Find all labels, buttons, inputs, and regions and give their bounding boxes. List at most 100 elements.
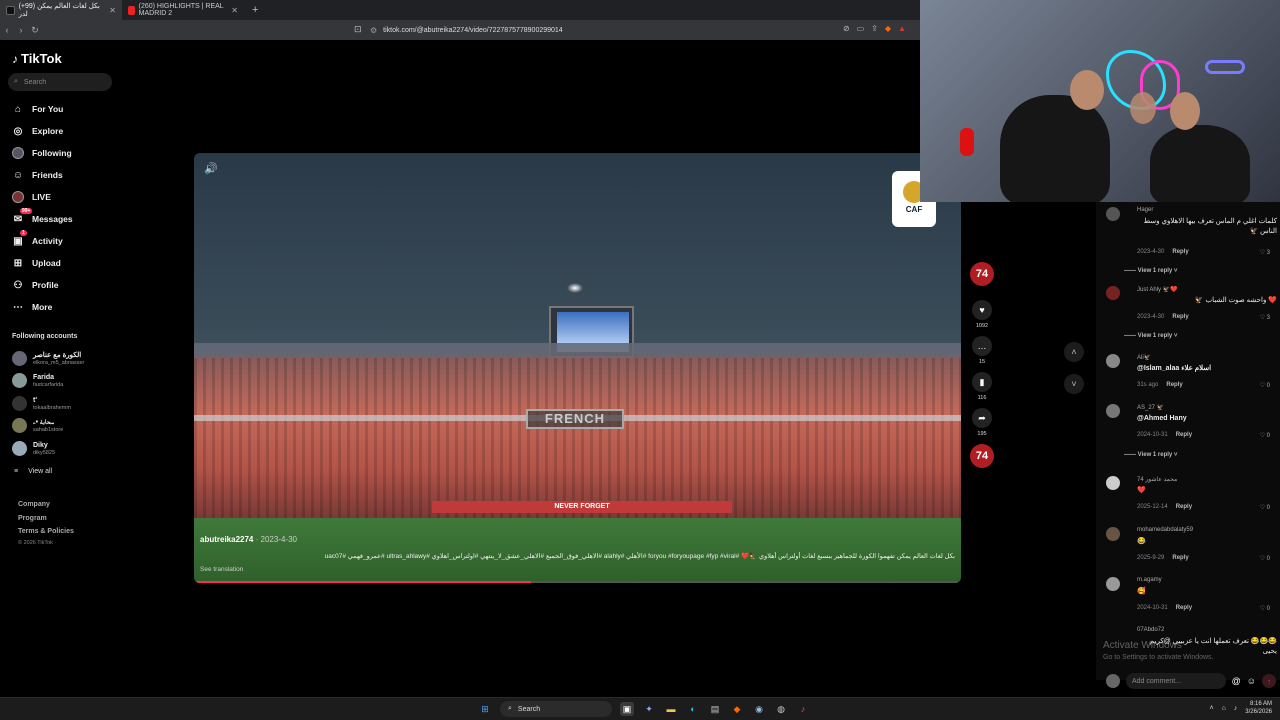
reply-button[interactable]: Reply <box>1172 314 1188 320</box>
comment-like[interactable]: ♡ 0 <box>1260 504 1270 511</box>
steam-icon[interactable]: ◉ <box>752 702 766 716</box>
comment-user[interactable]: Hager <box>1137 207 1153 213</box>
reply-button[interactable]: Reply <box>1176 504 1192 510</box>
comment-icon[interactable]: … <box>972 336 992 356</box>
comment-like[interactable]: ♡ 0 <box>1260 605 1270 612</box>
comment-like[interactable]: ♡ 0 <box>1260 382 1270 389</box>
rewards-icon[interactable]: ▲ <box>898 24 906 33</box>
address-bar[interactable]: ⚙ tiktok.com/@abutreika2274/video/722787… <box>370 23 910 37</box>
nav-following[interactable]: Following <box>12 147 72 159</box>
nav-activity[interactable]: ▣ 1 Activity <box>12 230 63 247</box>
creator-avatar[interactable]: 74 <box>970 262 994 286</box>
comment-user[interactable]: 07Abdo72 <box>1137 627 1164 633</box>
view-replies-button[interactable]: —— View 1 reply ˅ <box>1124 268 1177 274</box>
tray-chevron-icon[interactable]: ˄ <box>1209 705 1213 712</box>
footer-terms-link[interactable]: Terms & Policies <box>18 528 74 535</box>
edge-icon[interactable]: ◐ <box>686 702 700 716</box>
like-icon[interactable]: ♥ <box>972 300 992 320</box>
browser-tab-youtube[interactable]: (260) HIGHLIGHTS | REAL MADRID 2 ✕ <box>122 0 244 20</box>
share-icon[interactable]: ⇪ <box>871 24 878 33</box>
mention-icon[interactable]: @ <box>1232 676 1241 686</box>
volume-icon[interactable]: ♪ <box>1234 705 1238 712</box>
nav-friends[interactable]: ☺ Friends <box>12 169 63 181</box>
reply-button[interactable]: Reply <box>1176 432 1192 438</box>
avatar[interactable] <box>1106 476 1120 490</box>
nav-profile[interactable]: ⚇ Profile <box>12 279 59 291</box>
previous-video-button[interactable]: ˄ <box>1064 342 1084 362</box>
comment-user[interactable]: محمد عاشور 74 <box>1137 476 1177 483</box>
nav-live[interactable]: LIVE <box>12 191 51 203</box>
footer-company-link[interactable]: Company <box>18 501 50 508</box>
comment-user[interactable]: AS_27 🦅 <box>1137 404 1164 411</box>
music-disc-avatar[interactable]: 74 <box>970 444 994 468</box>
avatar[interactable] <box>1106 404 1120 418</box>
footer-program-link[interactable]: Program <box>18 515 47 522</box>
reply-button[interactable]: Reply <box>1172 555 1188 561</box>
avatar[interactable] <box>1106 286 1120 300</box>
task-view-icon[interactable]: ▣ <box>620 702 634 716</box>
following-account[interactable]: Farida fastcarfarida <box>12 373 63 388</box>
cast-icon[interactable]: ▭ <box>857 24 865 33</box>
view-replies-button[interactable]: —— View 1 reply ˅ <box>1124 452 1177 458</box>
nav-more[interactable]: ⋯ More <box>12 301 52 313</box>
mute-site-icon[interactable]: ⊘ <box>843 24 850 33</box>
video-author[interactable]: abutreika2274 <box>200 535 253 544</box>
avatar[interactable] <box>1106 527 1120 541</box>
browser-tab-tiktok[interactable]: (+99) بكل لغات العالم يمكن لدر ✕ <box>0 0 122 20</box>
windows-start-icon[interactable]: ⊞ <box>478 702 492 716</box>
volume-icon[interactable]: 🔊 <box>204 162 218 175</box>
bookmark-icon[interactable]: ⊡ <box>354 24 362 35</box>
nav-explore[interactable]: ◎ Explore <box>12 125 64 137</box>
new-tab-icon[interactable]: + <box>244 4 266 16</box>
site-info-icon[interactable]: ⚙ <box>370 26 377 35</box>
comment-like[interactable]: ♡ 3 <box>1260 314 1270 321</box>
bookmark-icon[interactable]: ▮ <box>972 372 992 392</box>
comment-like[interactable]: ♡ 3 <box>1260 249 1270 256</box>
view-all-link[interactable]: ≡ View all <box>14 468 52 475</box>
following-account[interactable]: t' tokaalbrahemm <box>12 396 71 411</box>
share-icon[interactable]: ➦ <box>972 408 992 428</box>
avatar[interactable] <box>1106 207 1120 221</box>
clock[interactable]: 8:16 AM 3/26/2026 <box>1245 700 1272 716</box>
comment-user[interactable]: Just Ahly 🦅❤️ <box>1137 286 1178 293</box>
following-account[interactable]: الكورة مع عناصر elkora_m5_abnasser <box>12 351 84 366</box>
forward-icon[interactable]: › <box>14 25 28 35</box>
nav-messages[interactable]: ✉ 99+ Messages <box>12 208 73 225</box>
taskbar-search[interactable]: ⌕ Search <box>500 701 612 717</box>
following-account[interactable]: Diky diky5825 <box>12 441 55 456</box>
add-comment-input[interactable]: Add comment... <box>1126 673 1226 689</box>
view-replies-button[interactable]: —— View 1 reply ˅ <box>1124 333 1177 339</box>
avatar[interactable] <box>1106 577 1120 591</box>
obs-icon[interactable]: ◍ <box>774 702 788 716</box>
comment-user[interactable]: mohamedabdalaty59 <box>1137 527 1193 533</box>
reply-button[interactable]: Reply <box>1166 382 1182 388</box>
close-tab-icon[interactable]: ✕ <box>231 6 238 15</box>
close-tab-icon[interactable]: ✕ <box>109 6 116 15</box>
search-input[interactable]: ⌕ Search <box>8 73 112 91</box>
reply-button[interactable]: Reply <box>1172 249 1188 255</box>
video-player[interactable]: FRENCH NEVER FORGET 🔊 CAF abutreika2274 … <box>194 153 961 583</box>
brave-shield-icon[interactable]: ◆ <box>885 24 891 33</box>
comment-like[interactable]: ♡ 0 <box>1260 432 1270 439</box>
comment-user[interactable]: m.agamy <box>1137 577 1162 583</box>
store-icon[interactable]: ▤ <box>708 702 722 716</box>
reload-icon[interactable]: ↻ <box>28 25 42 36</box>
comment-like[interactable]: ♡ 0 <box>1260 555 1270 562</box>
tiktok-app-icon[interactable]: ♪ <box>796 702 810 716</box>
emoji-icon[interactable]: ☺ <box>1247 676 1256 686</box>
nav-upload[interactable]: ⊞ Upload <box>12 257 61 269</box>
avatar[interactable] <box>1106 354 1120 368</box>
brave-icon[interactable]: ◆ <box>730 702 744 716</box>
network-icon[interactable]: ⌂ <box>1222 705 1226 712</box>
see-translation-link[interactable]: See translation <box>200 566 243 573</box>
following-account[interactable]: سحابة •⁠ۦ sahab1store <box>12 418 63 433</box>
tiktok-logo[interactable]: ♪ TikTok <box>12 51 62 66</box>
nav-for-you[interactable]: ⌂ For You <box>12 103 63 115</box>
copilot-icon[interactable]: ✦ <box>642 702 656 716</box>
comment-user[interactable]: Ali🦅 <box>1137 354 1151 361</box>
reply-button[interactable]: Reply <box>1176 605 1192 611</box>
post-comment-button[interactable]: ↑ <box>1262 674 1276 688</box>
back-icon[interactable]: ‹ <box>0 25 14 35</box>
video-progress-bar[interactable] <box>194 581 961 583</box>
next-video-button[interactable]: ˅ <box>1064 374 1084 394</box>
